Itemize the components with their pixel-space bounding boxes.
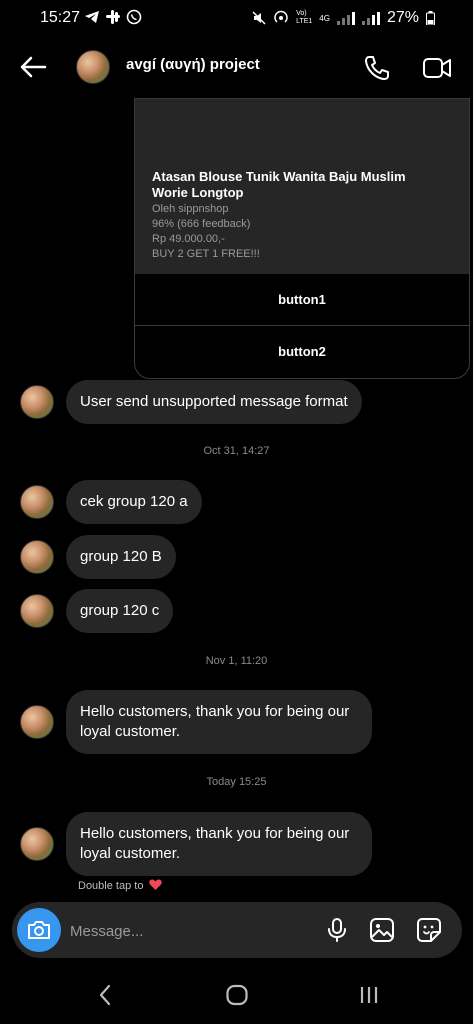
product-card: Atasan Blouse Tunik Wanita Baju Muslim W… [134,98,470,379]
network-top: Vo) [296,10,307,17]
product-info[interactable]: Atasan Blouse Tunik Wanita Baju Muslim W… [135,99,469,274]
timestamp: Today 15:25 [206,776,267,788]
message-bubble[interactable]: group 120 B [66,535,176,579]
message-bubble[interactable]: cek group 120 a [66,480,202,524]
signal-icon [336,12,355,25]
message-row: group 120 c [20,589,174,633]
mute-icon [252,11,266,25]
network-bottom: LTE1 [296,18,313,25]
battery-level: 27% [386,9,419,26]
status-time: 15:27 [40,9,81,26]
phone-icon[interactable] [363,54,391,82]
timestamp: Oct 31, 14:27 [203,445,270,457]
nav-back-icon[interactable] [96,982,114,1008]
status-bar: 15:27 Vo) LTE1 4G 27% [0,0,473,36]
message-bubble[interactable]: Hello customers, thank you for being our… [66,690,372,754]
sender-avatar[interactable] [20,385,54,419]
video-call-icon[interactable] [422,54,452,82]
sender-avatar[interactable] [20,827,54,861]
system-nav-bar [0,968,473,1024]
telegram-icon [85,11,99,23]
hotspot-icon [274,10,288,23]
microphone-icon[interactable] [324,917,350,943]
message-bubble[interactable]: Hello customers, thank you for being our… [66,812,372,876]
chat-header: avgí (αυγή) project [0,36,473,98]
message-bubble[interactable]: group 120 c [66,589,174,633]
sticker-icon[interactable] [416,917,442,943]
message-composer [12,902,462,958]
back-arrow-icon[interactable] [18,52,48,82]
product-seller: Oleh sippnshop [152,203,229,215]
chat-title[interactable]: avgí (αυγή) project [126,56,260,73]
hint-text: Double tap to [78,880,144,892]
header-avatar[interactable] [76,50,110,84]
message-row: Hello customers, thank you for being our… [20,690,372,754]
signal-icon-2 [361,12,380,25]
double-tap-hint: Double tap to [78,879,162,892]
camera-button[interactable] [17,908,61,952]
battery-icon [426,11,435,25]
nav-home-icon[interactable] [225,982,249,1008]
heart-icon [148,879,162,890]
message-row: Hello customers, thank you for being our… [20,812,372,876]
whatsapp-icon [126,9,142,25]
camera-icon [28,921,50,939]
product-promo: BUY 2 GET 1 FREE!!! [152,248,260,260]
timestamp: Nov 1, 11:20 [205,655,268,667]
message-input[interactable] [68,918,302,944]
card-button-1[interactable]: button1 [135,274,469,325]
product-price: Rp 49.000.00,- [152,233,225,245]
nav-recents-icon[interactable] [358,982,380,1008]
sender-avatar[interactable] [20,705,54,739]
message-row: cek group 120 a [20,480,202,524]
slack-icon [106,10,120,24]
sender-avatar[interactable] [20,540,54,574]
product-title: Atasan Blouse Tunik Wanita Baju Muslim W… [152,169,406,200]
sender-avatar[interactable] [20,485,54,519]
product-rating: 96% (666 feedback) [152,218,251,230]
message-row: User send unsupported message format [20,380,362,424]
network-type: 4G [319,13,330,23]
message-bubble[interactable]: User send unsupported message format [66,380,362,424]
card-button-2[interactable]: button2 [135,325,469,377]
message-row: group 120 B [20,535,176,579]
sender-avatar[interactable] [20,594,54,628]
gallery-icon[interactable] [369,917,395,943]
